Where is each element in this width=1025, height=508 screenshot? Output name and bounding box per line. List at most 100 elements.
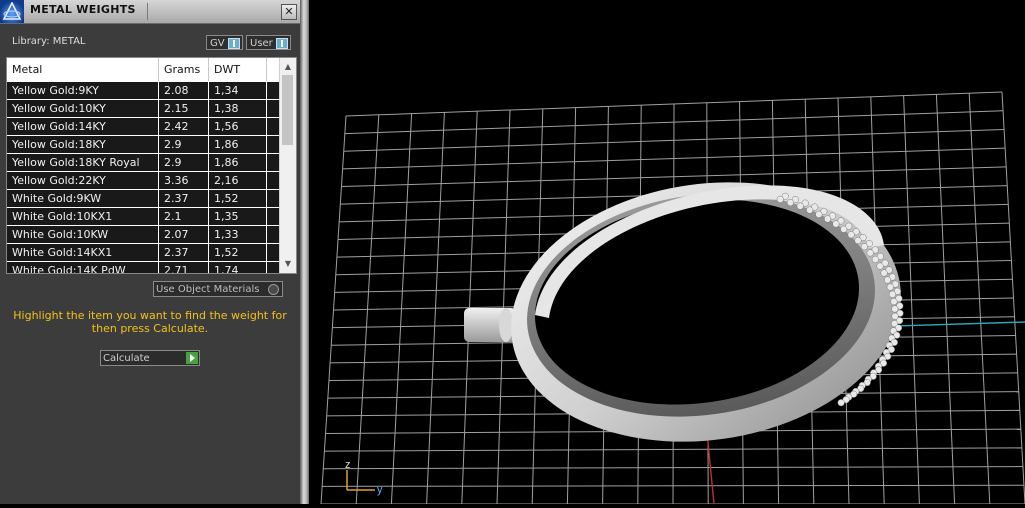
toggle-switch-icon — [276, 38, 288, 49]
dwt-cell: 1,86 — [209, 136, 267, 153]
calculate-button[interactable]: Calculate — [100, 350, 200, 366]
scroll-up-icon[interactable]: ▲ — [280, 60, 296, 74]
dwt-cell: 1,35 — [209, 208, 267, 225]
extra-cell — [267, 172, 279, 189]
table-row[interactable]: Yellow Gold:10KY 2.15 1,38 — [7, 100, 279, 118]
table-body: Yellow Gold:9KY 2.08 1,34 Yellow Gold:10KY 2… — [7, 82, 279, 273]
dwt-cell: 1,38 — [209, 100, 267, 117]
gizmo-y-label: y — [377, 484, 383, 496]
bead — [837, 399, 845, 407]
grams-cell: 2.08 — [159, 82, 209, 99]
extra-cell — [267, 154, 279, 171]
use-object-materials-option[interactable]: Use Object Materials — [153, 281, 283, 297]
user-toggle[interactable]: User — [246, 35, 291, 50]
bead — [860, 243, 868, 251]
metal-cell: White Gold:10KX1 — [7, 208, 159, 225]
bead — [888, 290, 896, 298]
table-row[interactable]: White Gold:9KW 2.37 1,52 — [7, 190, 279, 208]
metal-cell: White Gold:14KX1 — [7, 244, 159, 261]
metal-cell: Yellow Gold:10KY — [7, 100, 159, 117]
radio-icon — [268, 284, 279, 295]
bead — [886, 283, 894, 291]
grams-cell: 2.42 — [159, 118, 209, 135]
table-row[interactable]: White Gold:14KX1 2.37 1,52 — [7, 244, 279, 262]
bead — [824, 215, 832, 223]
bead — [832, 220, 840, 228]
extra-cell — [267, 208, 279, 225]
metal-cell: Yellow Gold:22KY — [7, 172, 159, 189]
gv-toggle-label: GV — [210, 38, 225, 49]
table-row[interactable]: Yellow Gold:14KY 2.42 1,56 — [7, 118, 279, 136]
dwt-cell: 1,33 — [209, 226, 267, 243]
grams-cell: 2.15 — [159, 100, 209, 117]
library-label: Library: METAL — [12, 36, 86, 47]
column-header-metal[interactable]: Metal — [7, 58, 159, 81]
close-button[interactable]: ✕ — [281, 4, 297, 20]
gizmo-z-label: z — [345, 459, 351, 471]
dwt-cell: 1,74 — [209, 262, 267, 273]
table-header: Metal Grams DWT — [7, 58, 279, 81]
ring-model — [464, 182, 904, 442]
scroll-thumb[interactable] — [282, 75, 293, 145]
table-row[interactable]: Yellow Gold:18KY Royal 2.9 1,86 — [7, 154, 279, 172]
grams-cell: 3.36 — [159, 172, 209, 189]
bead — [876, 262, 884, 270]
bead — [883, 276, 892, 284]
metal-cell: White Gold:14K PdW — [7, 262, 159, 273]
bead — [866, 249, 874, 257]
dwt-cell: 1,86 — [209, 154, 267, 171]
app-logo-icon — [0, 0, 24, 23]
dwt-cell: 1,52 — [209, 190, 267, 207]
table-row[interactable]: White Gold:10KX1 2.1 1,35 — [7, 208, 279, 226]
table-row[interactable]: Yellow Gold:22KY 3.36 2,16 — [7, 172, 279, 190]
extra-cell — [267, 118, 279, 135]
dwt-cell: 1,52 — [209, 244, 267, 261]
gv-toggle[interactable]: GV — [206, 35, 243, 50]
play-arrow-icon — [186, 352, 198, 364]
metal-cell: White Gold:9KW — [7, 190, 159, 207]
grams-cell: 2.37 — [159, 244, 209, 261]
title-separator — [147, 3, 148, 20]
bead — [806, 206, 814, 214]
table-scrollbar[interactable]: ▲ ▼ — [279, 58, 296, 273]
3d-viewport[interactable]: z y — [309, 0, 1025, 505]
extra-cell — [267, 244, 279, 261]
bead — [890, 298, 898, 306]
column-header-extra — [267, 58, 279, 81]
extra-cell — [267, 190, 279, 207]
metal-cell: Yellow Gold:9KY — [7, 82, 159, 99]
bead — [854, 236, 862, 245]
grams-cell: 2.9 — [159, 136, 209, 153]
metal-cell: Yellow Gold:18KY Royal — [7, 154, 159, 171]
grams-cell: 2.71 — [159, 262, 209, 273]
use-object-materials-label: Use Object Materials — [156, 284, 260, 295]
axis-gizmo: z y — [345, 459, 383, 496]
dwt-cell: 1,56 — [209, 118, 267, 135]
dwt-cell: 2,16 — [209, 172, 267, 189]
column-header-dwt[interactable]: DWT — [209, 58, 267, 81]
panel-titlebar: METAL WEIGHTS ✕ — [0, 0, 300, 24]
bead — [786, 198, 794, 207]
viewport-scene: z y — [320, 91, 1025, 505]
bead — [847, 231, 855, 239]
table-row[interactable]: White Gold:10KW 2.07 1,33 — [7, 226, 279, 244]
column-header-grams[interactable]: Grams — [159, 58, 209, 81]
dwt-cell: 1,34 — [209, 82, 267, 99]
scroll-down-icon[interactable]: ▼ — [280, 257, 296, 271]
metal-cell: Yellow Gold:14KY — [7, 118, 159, 135]
grams-cell: 2.9 — [159, 154, 209, 171]
bead — [871, 255, 879, 263]
calculate-label: Calculate — [103, 353, 150, 364]
table-row[interactable]: White Gold:14K PdW 2.71 1,74 — [7, 262, 279, 273]
instruction-text: Highlight the item you want to find the … — [13, 309, 287, 335]
user-toggle-label: User — [250, 38, 273, 49]
bead — [796, 202, 804, 210]
table-row[interactable]: Yellow Gold:9KY 2.08 1,34 — [7, 82, 279, 100]
table-row[interactable]: Yellow Gold:18KY 2.9 1,86 — [7, 136, 279, 154]
bead — [840, 225, 848, 233]
bead — [880, 269, 888, 277]
panel-splitter[interactable] — [300, 0, 309, 504]
metal-cell: Yellow Gold:18KY — [7, 136, 159, 153]
extra-cell — [267, 262, 279, 273]
grams-cell: 2.07 — [159, 226, 209, 243]
